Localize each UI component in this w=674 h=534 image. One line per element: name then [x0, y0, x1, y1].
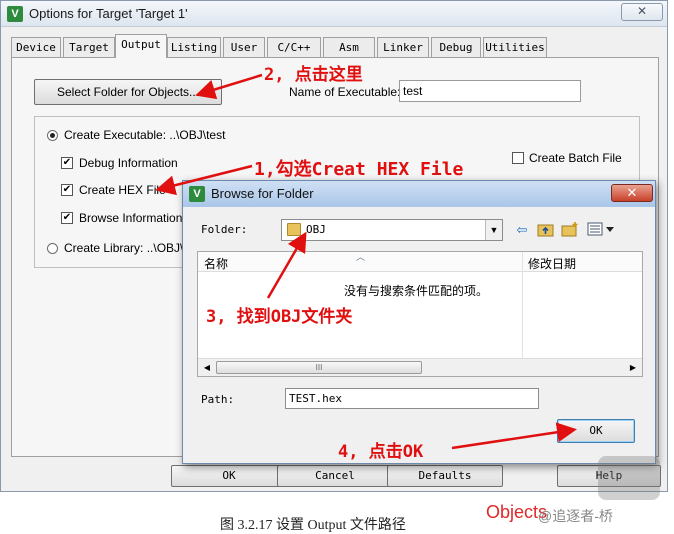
annotation-step3: 3, 找到OBJ文件夹 — [206, 307, 353, 327]
tab-asm[interactable]: Asm — [323, 37, 375, 57]
annotation-step4: 4, 点击OK — [338, 442, 424, 462]
create-hex-checkbox[interactable]: ✔ — [61, 184, 73, 196]
tab-linker[interactable]: Linker — [377, 37, 429, 57]
column-date-header[interactable]: 修改日期 — [528, 255, 576, 272]
watermark-logo — [598, 456, 660, 500]
column-name-header[interactable]: 名称 — [204, 255, 228, 272]
view-menu-icon[interactable] — [587, 221, 615, 239]
folder-select[interactable]: OBJ ▼ — [281, 219, 503, 241]
options-close-button[interactable]: ✕ — [621, 3, 663, 21]
browse-titlebar[interactable]: V Browse for Folder ✕ — [183, 181, 655, 207]
browse-close-button[interactable]: ✕ — [611, 184, 653, 202]
tab-output[interactable]: Output — [115, 34, 167, 58]
create-hex-label: Create HEX File — [79, 183, 166, 197]
options-dialog-title: Options for Target 'Target 1' — [29, 6, 188, 21]
keil-app-icon: V — [189, 186, 205, 202]
browse-ok-button[interactable]: OK — [557, 419, 635, 443]
horizontal-scrollbar[interactable]: ◀ III ▶ — [198, 358, 642, 376]
browse-info-checkbox[interactable]: ✔ — [61, 212, 73, 224]
options-defaults-button[interactable]: Defaults — [387, 465, 503, 487]
tab-target[interactable]: Target — [63, 37, 115, 57]
options-titlebar[interactable]: V Options for Target 'Target 1' ✕ — [1, 1, 667, 27]
create-batch-label: Create Batch File — [529, 151, 622, 165]
name-of-executable-label: Name of Executable: — [289, 85, 401, 99]
debug-info-label: Debug Information — [79, 156, 178, 170]
path-input[interactable]: TEST.hex — [285, 388, 539, 409]
watermark-gray-text: @追逐者-桥 — [538, 508, 613, 524]
tab-c-cpp[interactable]: C/C++ — [267, 37, 321, 57]
debug-info-checkbox[interactable]: ✔ — [61, 157, 73, 169]
chevron-down-icon[interactable]: ▼ — [485, 220, 502, 240]
create-executable-label: Create Executable: ..\OBJ\test — [64, 128, 226, 142]
sort-caret-icon: ︿ — [356, 252, 366, 262]
select-folder-button[interactable]: Select Folder for Objects... — [34, 79, 222, 105]
browse-info-label: Browse Information — [79, 211, 183, 225]
path-label: Path: — [201, 393, 235, 406]
empty-list-message: 没有与搜索条件匹配的项。 — [344, 284, 489, 298]
scroll-left-icon[interactable]: ◀ — [200, 361, 214, 375]
figure-caption: 图 3.2.17 设置 Output 文件路径 — [220, 518, 406, 533]
keil-app-icon: V — [7, 6, 23, 22]
create-library-radio[interactable] — [47, 243, 58, 254]
name-of-executable-input[interactable]: test — [399, 80, 581, 102]
list-header: 名称 ︿ 修改日期 — [198, 252, 642, 272]
annotation-step1: 1,勾选Creat HEX File — [254, 159, 464, 180]
tab-utilities[interactable]: Utilities — [483, 37, 547, 57]
annotation-step2: 2, 点击这里 — [264, 65, 363, 85]
back-arrow-icon[interactable]: ⇦ — [513, 221, 531, 239]
tab-user[interactable]: User — [223, 37, 265, 57]
create-batch-checkbox[interactable] — [512, 152, 524, 164]
folder-label: Folder: — [201, 223, 248, 236]
folder-up-icon[interactable] — [537, 221, 555, 239]
tab-listing[interactable]: Listing — [167, 37, 221, 57]
tab-debug[interactable]: Debug — [431, 37, 481, 57]
new-folder-icon[interactable] — [561, 221, 579, 239]
create-executable-radio[interactable] — [47, 130, 58, 141]
options-ok-button[interactable]: OK — [171, 465, 287, 487]
tab-device[interactable]: Device — [11, 37, 61, 57]
folder-select-value: OBJ — [306, 223, 326, 236]
options-cancel-button[interactable]: Cancel — [277, 465, 393, 487]
scroll-right-icon[interactable]: ▶ — [626, 361, 640, 375]
folder-icon — [287, 223, 301, 236]
browse-dialog-title: Browse for Folder — [211, 186, 314, 201]
scroll-thumb[interactable]: III — [216, 361, 422, 374]
create-library-label: Create Library: ..\OBJ\ — [64, 241, 184, 255]
